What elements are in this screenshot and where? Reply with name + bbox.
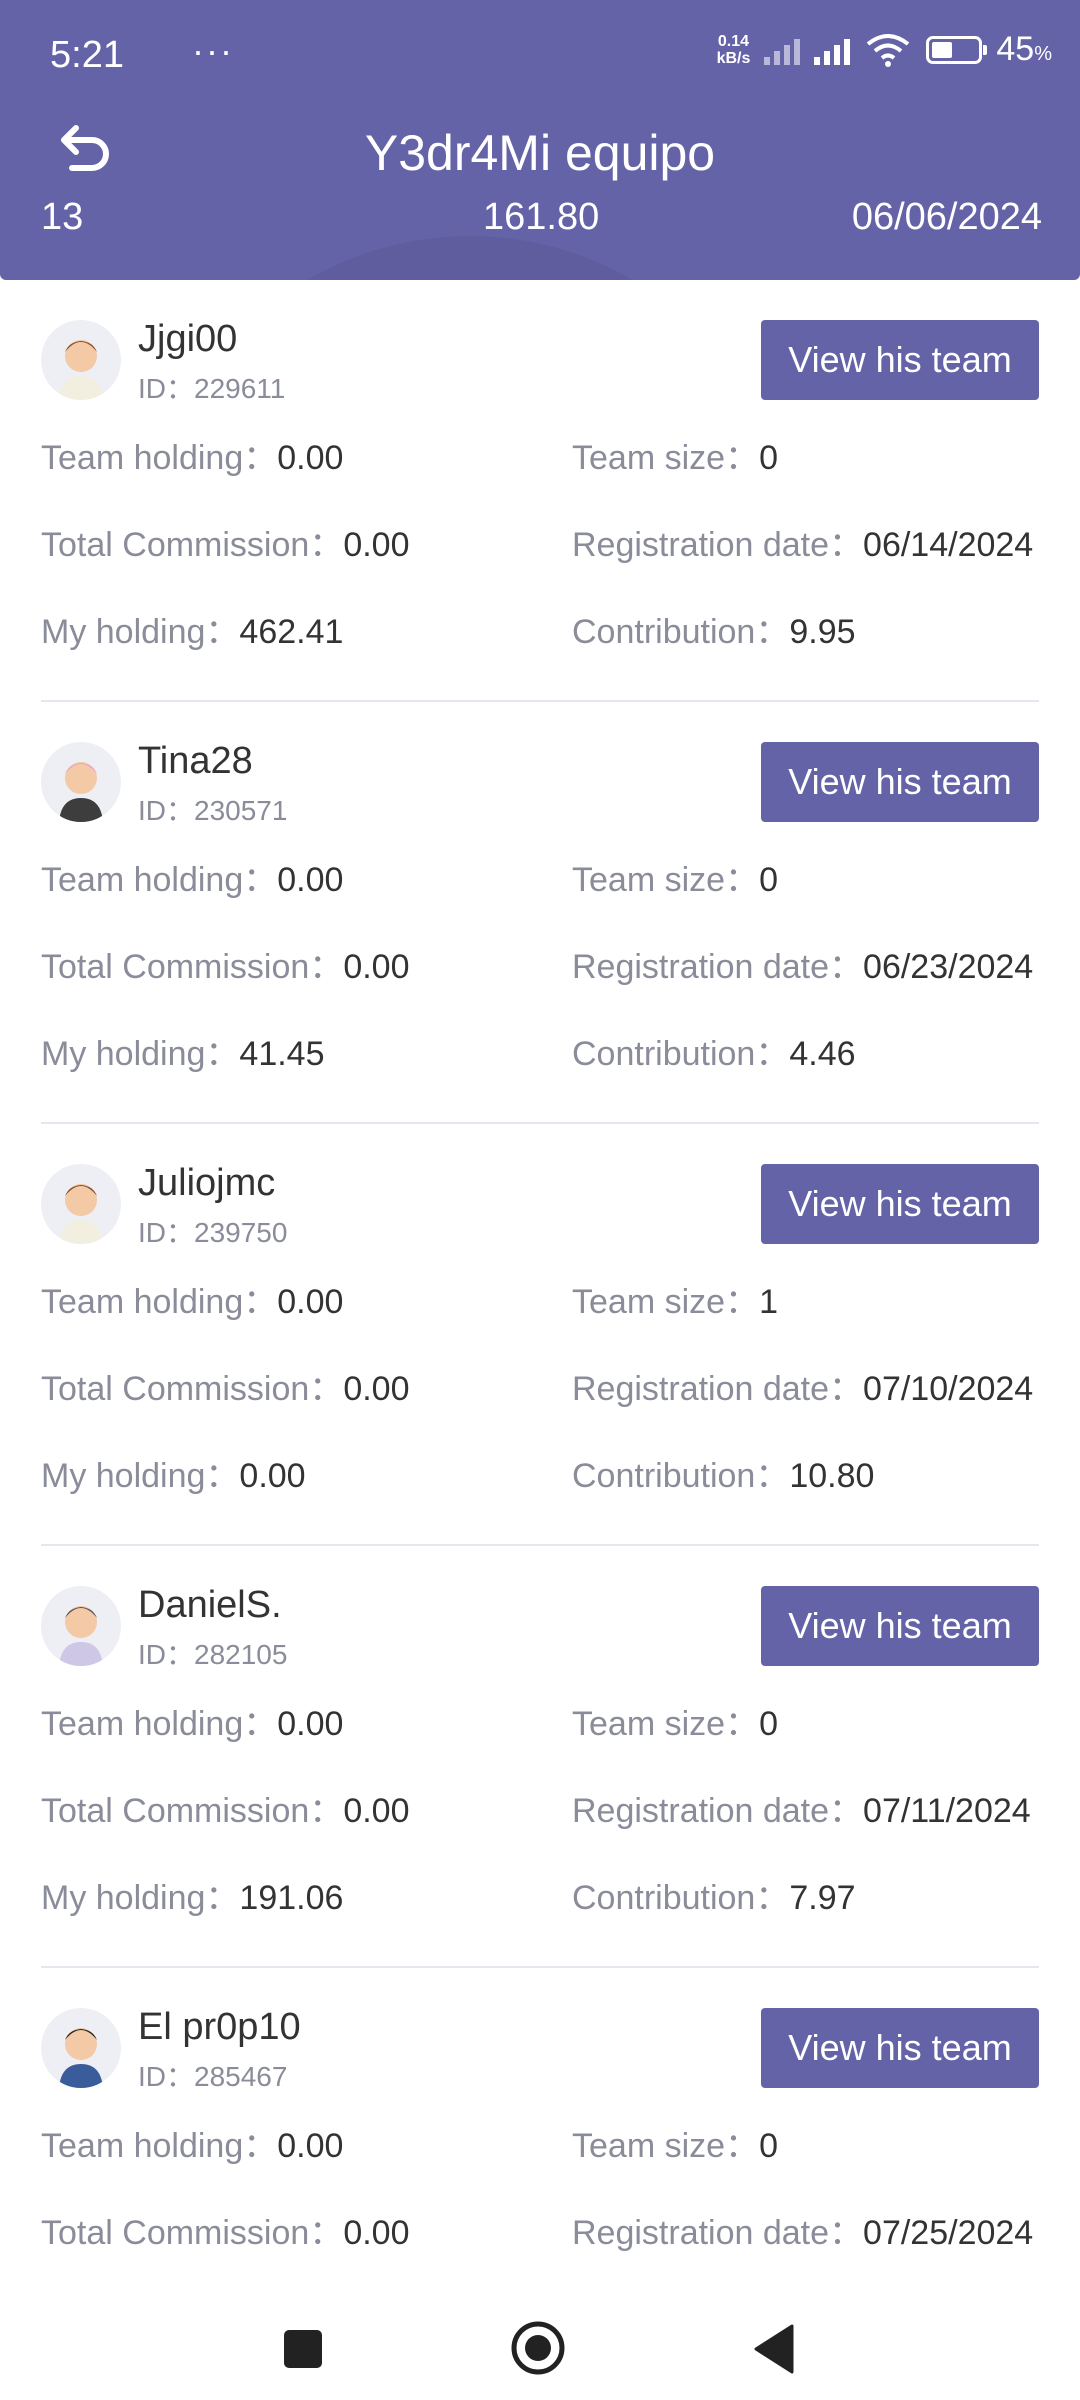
member-card: Tina28 ID：230571 View his team Team hold… [41,702,1039,1124]
member-id: ID：282105 [138,1639,288,1670]
my-holding-field: My holding：41.45 [41,1035,325,1073]
nav-back-icon[interactable] [752,2324,794,2374]
total-commission-field: Total Commission：0.00 [41,526,410,564]
team-size-field: Team size：0 [572,2127,778,2165]
member-id: ID：229611 [138,373,286,404]
status-icons: 0.14 kB/s 45% [717,30,1052,69]
system-nav-bar [0,2280,1080,2400]
total-commission-field: Total Commission：0.00 [41,1370,410,1408]
total-commission-field: Total Commission：0.00 [41,1792,410,1830]
team-size-field: Team size：0 [572,861,778,899]
summary-team-size: 13 [41,196,84,238]
registration-date-field: Registration date：06/23/2024 [572,948,1034,986]
wifi-icon [867,33,910,67]
contribution-field: Contribution：9.95 [572,613,856,651]
member-card: DanielS. ID：282105 View his team Team ho… [41,1546,1039,1968]
status-time: 5:21 [50,34,124,76]
view-team-button[interactable]: View his team [761,2008,1039,2088]
cap-avatar-icon [59,1606,103,1666]
member-id: ID：239750 [138,1217,288,1248]
home-icon[interactable] [510,2320,566,2376]
app-header: 5:21 ··· 0.14 kB/s 45% Y3dr4Mi equipo 13… [0,0,1080,280]
my-holding-field: My holding：191.06 [41,1879,344,1917]
avatar [41,320,121,400]
team-holding-field: Team holding：0.00 [41,861,344,899]
recent-apps-icon[interactable] [284,2330,322,2368]
signal-icon [814,35,851,65]
contribution-field: Contribution：4.46 [572,1035,856,1073]
woman-avatar-icon [59,762,103,822]
battery-percentage: 45% [996,30,1052,68]
contribution-field: Contribution：10.80 [572,1457,875,1495]
total-commission-field: Total Commission：0.00 [41,2214,410,2252]
avatar [41,1164,121,1244]
my-holding-field: My holding：0.00 [41,1457,306,1495]
member-list: Jjgi00 ID：229611 View his team Team hold… [0,280,1080,2390]
summary-holding: 161.80 [483,196,600,238]
team-holding-field: Team holding：0.00 [41,1705,344,1743]
boy-avatar-icon [59,2028,103,2088]
team-holding-field: Team holding：0.00 [41,2127,344,2165]
member-name: DanielS. [138,1584,282,1626]
view-team-button[interactable]: View his team [761,1164,1039,1244]
network-speed: 0.14 kB/s [717,33,751,67]
registration-date-field: Registration date：07/25/2024 [572,2214,1034,2252]
registration-date-field: Registration date：07/11/2024 [572,1792,1031,1830]
avatar [41,1586,121,1666]
view-team-button[interactable]: View his team [761,742,1039,822]
view-team-button[interactable]: View his team [761,320,1039,400]
battery-icon [926,35,988,64]
page-title: Y3dr4Mi equipo [364,125,716,181]
registration-date-field: Registration date：07/10/2024 [572,1370,1034,1408]
my-holding-field: My holding：462.41 [41,613,344,651]
avatar [41,2008,121,2088]
member-name: Juliojmc [138,1162,276,1204]
team-holding-field: Team holding：0.00 [41,1283,344,1321]
registration-date-field: Registration date：06/14/2024 [572,526,1034,564]
member-name: Jjgi00 [138,318,238,360]
team-summary: 13 161.80 06/06/2024 [0,196,1080,246]
contribution-field: Contribution：7.97 [572,1879,856,1917]
summary-date: 06/06/2024 [851,196,1042,238]
member-name: Tina28 [138,740,253,782]
status-more-icon: ··· [192,30,234,71]
total-commission-field: Total Commission：0.00 [41,948,410,986]
member-card: Jjgi00 ID：229611 View his team Team hold… [41,280,1039,702]
network-speed-value: 0.14 [717,32,750,50]
battery-level [932,41,953,58]
member-id: ID：230571 [138,795,288,826]
team-size-field: Team size：0 [572,1705,778,1743]
man-avatar-icon [59,340,103,400]
avatar [41,742,121,822]
team-size-field: Team size：0 [572,439,778,477]
team-size-field: Team size：1 [572,1283,778,1321]
signal-icon [764,35,801,65]
member-card: Juliojmc ID：239750 View his team Team ho… [41,1124,1039,1546]
network-speed-unit: kB/s [716,49,751,67]
view-team-button[interactable]: View his team [761,1586,1039,1666]
man-avatar-icon [59,1184,103,1244]
team-holding-field: Team holding：0.00 [41,439,344,477]
member-name: El pr0p10 [138,2006,301,2048]
member-id: ID：285467 [138,2061,288,2092]
